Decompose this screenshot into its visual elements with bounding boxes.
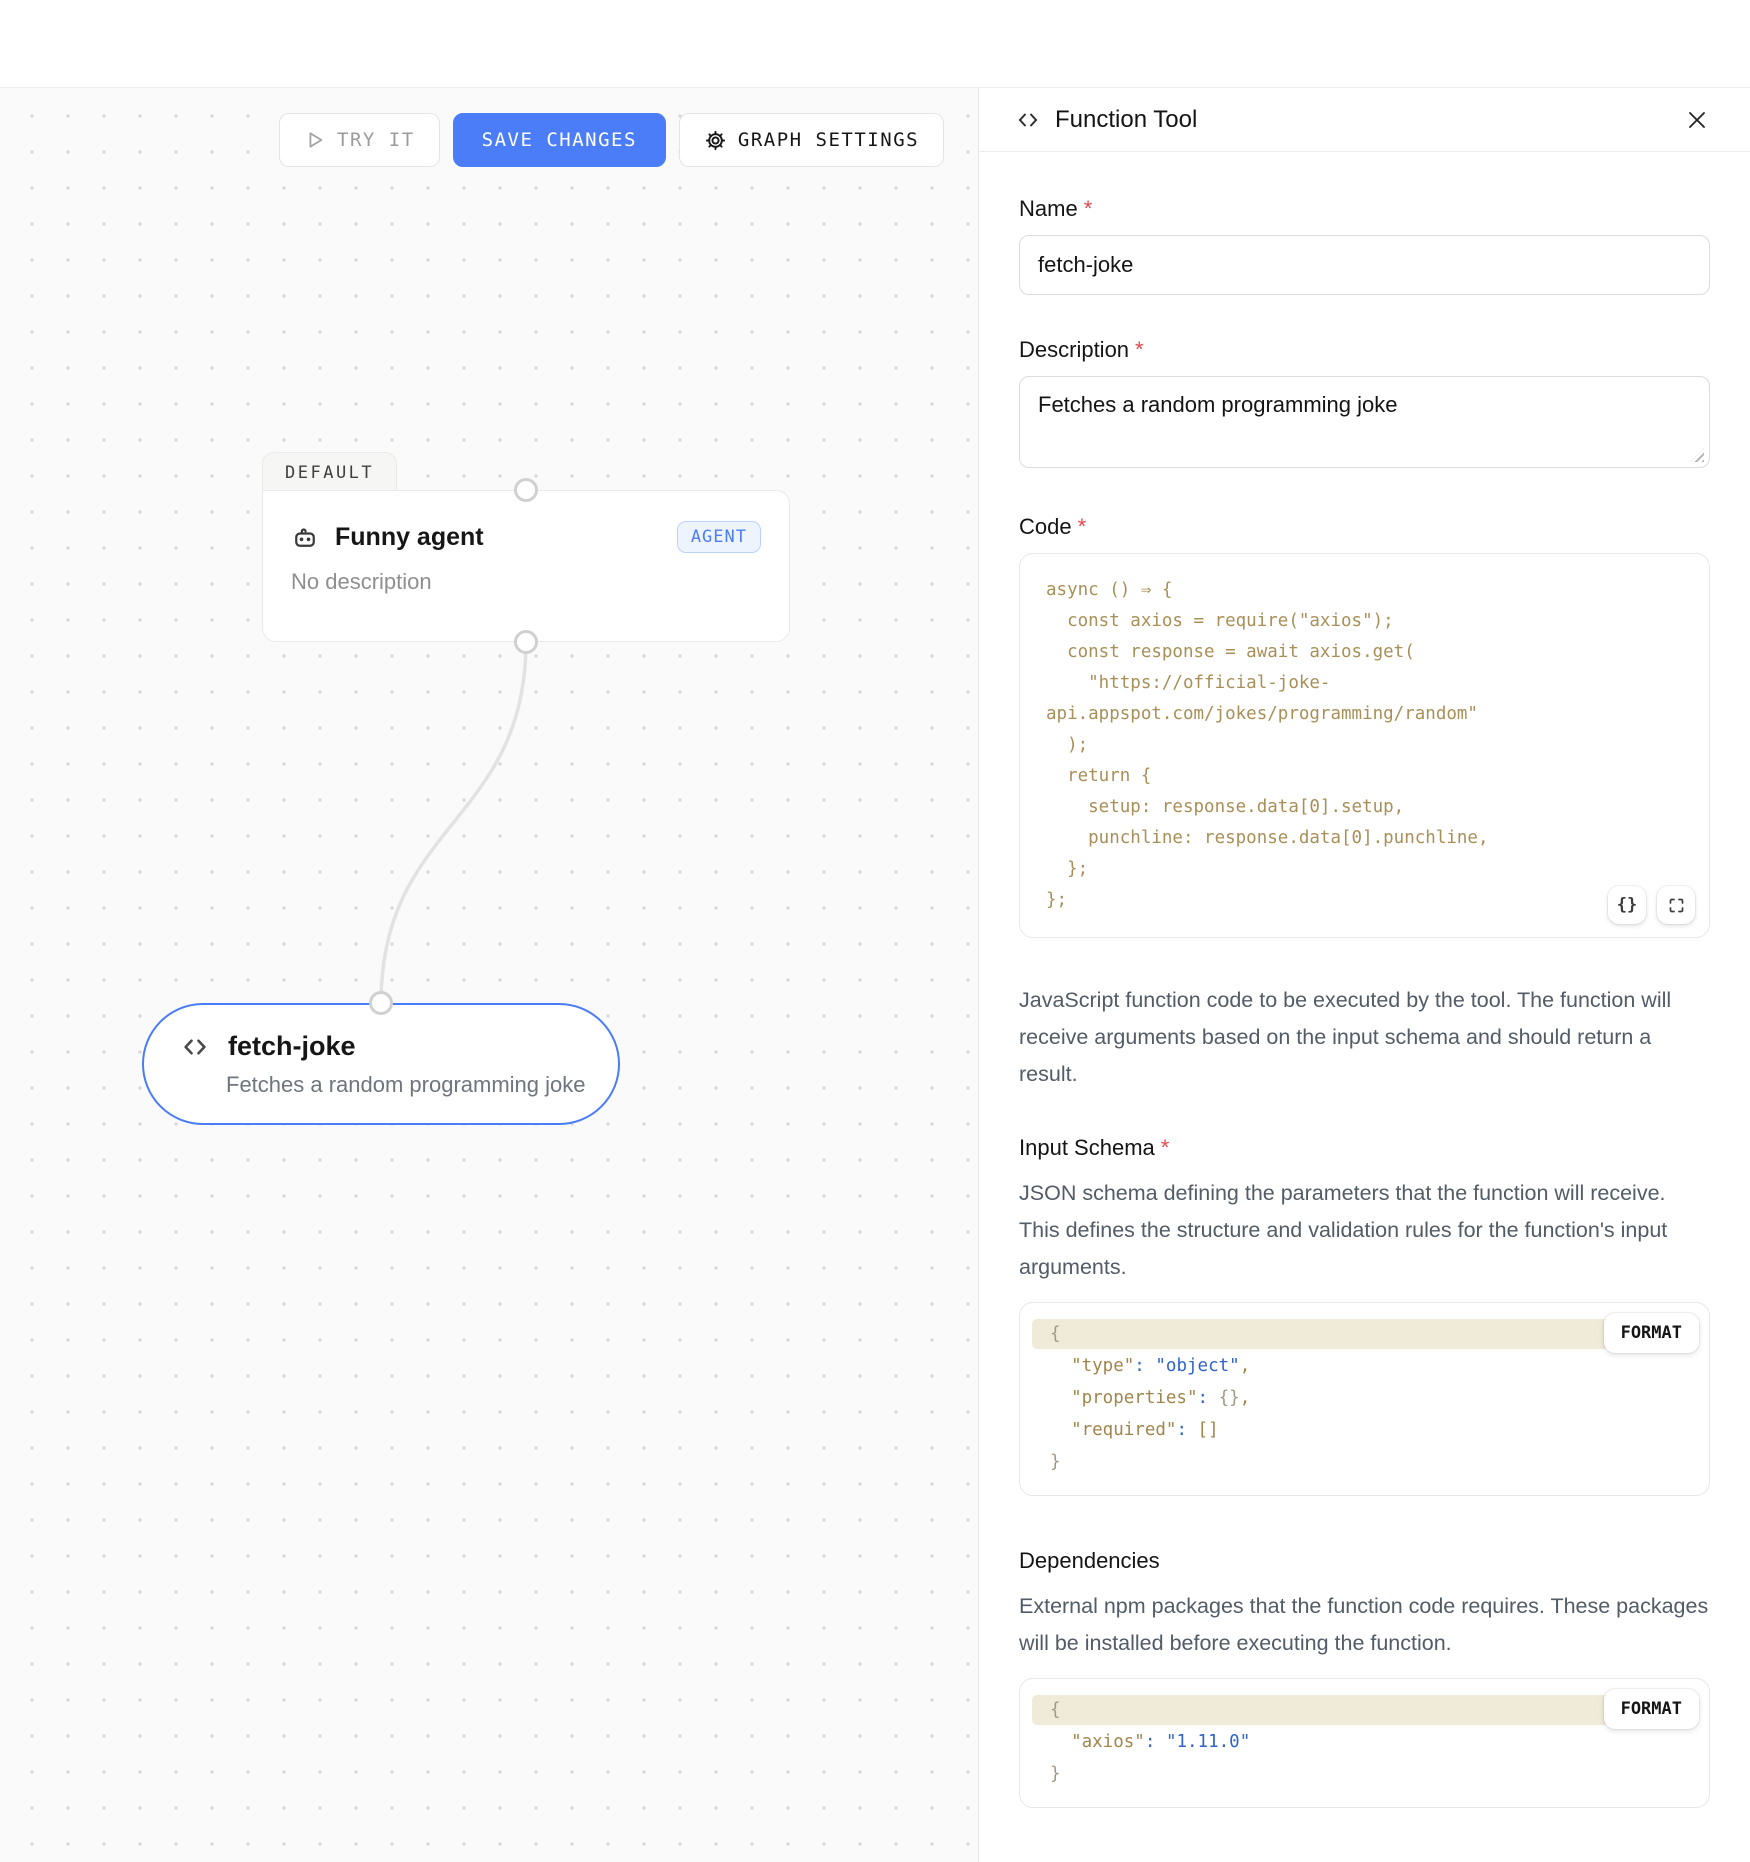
agent-type-badge: AGENT <box>677 521 761 553</box>
graph-settings-button[interactable]: GRAPH SETTINGS <box>679 113 944 167</box>
agent-group-tab[interactable]: DEFAULT <box>262 452 397 494</box>
gear-icon <box>704 129 727 152</box>
save-changes-button[interactable]: SAVE CHANGES <box>453 113 666 167</box>
app-window: TRY IT SAVE CHANGES GRAPH SETTINGS DEFAU… <box>0 0 1750 1862</box>
required-asterisk: * <box>1084 196 1093 221</box>
edge-agent-to-tool <box>381 642 526 1003</box>
code-editor-content[interactable]: async () ⇒ { const axios = require("axio… <box>1020 554 1709 937</box>
dependencies-help-text: External npm packages that the function … <box>1019 1588 1710 1662</box>
required-asterisk: * <box>1161 1135 1170 1160</box>
input-schema-label: Input Schema* <box>1019 1135 1710 1161</box>
required-asterisk: * <box>1135 337 1144 362</box>
play-icon <box>304 129 326 151</box>
code-editor[interactable]: async () ⇒ { const axios = require("axio… <box>1019 553 1710 938</box>
save-changes-label: SAVE CHANGES <box>482 129 637 151</box>
panel-title: Function Tool <box>1055 106 1666 134</box>
description-value: Fetches a random programming joke <box>1038 392 1398 417</box>
description-input[interactable]: Fetches a random programming joke <box>1019 376 1710 468</box>
name-input[interactable] <box>1019 235 1710 295</box>
agent-node[interactable]: Funny agent AGENT No description <box>262 490 790 642</box>
name-label: Name* <box>1019 196 1710 222</box>
format-button[interactable]: FORMAT <box>1604 1689 1699 1729</box>
fetch-joke-node-title: fetch-joke <box>228 1031 356 1062</box>
panel-header: Function Tool <box>979 88 1750 152</box>
format-button[interactable]: FORMAT <box>1604 1313 1699 1353</box>
fullscreen-icon[interactable] <box>1657 886 1695 924</box>
resize-handle[interactable] <box>1690 448 1704 462</box>
agent-node-description: No description <box>291 569 761 595</box>
try-it-button[interactable]: TRY IT <box>279 113 440 167</box>
close-icon[interactable] <box>1680 103 1714 137</box>
canvas-toolbar: TRY IT SAVE CHANGES GRAPH SETTINGS <box>279 113 944 167</box>
code-brackets-icon <box>1015 107 1041 133</box>
try-it-label: TRY IT <box>337 129 415 151</box>
dependencies-editor[interactable]: FORMAT { "axios": "1.11.0"} <box>1019 1678 1710 1808</box>
graph-canvas[interactable]: TRY IT SAVE CHANGES GRAPH SETTINGS DEFAU… <box>0 88 978 1862</box>
braces-format-icon[interactable]: {} <box>1608 886 1646 924</box>
code-label: Code* <box>1019 514 1710 540</box>
fetch-joke-node[interactable]: fetch-joke Fetches a random programming … <box>142 1003 620 1125</box>
code-help-text: JavaScript function code to be executed … <box>1019 982 1710 1093</box>
description-label: Description* <box>1019 337 1710 363</box>
fetch-joke-node-description: Fetches a random programming joke <box>226 1072 588 1098</box>
function-tool-panel: Function Tool Name* Description* Fetches… <box>978 88 1750 1862</box>
robot-icon <box>291 523 319 551</box>
code-brackets-icon <box>180 1032 210 1062</box>
input-schema-help-text: JSON schema defining the parameters that… <box>1019 1175 1710 1286</box>
top-bar <box>0 0 1750 88</box>
input-schema-editor[interactable]: FORMAT { "type": "object", "properties":… <box>1019 1302 1710 1496</box>
dependencies-label: Dependencies <box>1019 1548 1710 1574</box>
graph-settings-label: GRAPH SETTINGS <box>738 129 919 151</box>
agent-node-title: Funny agent <box>335 523 661 552</box>
edge-layer <box>0 88 978 1862</box>
panel-body: Name* Description* Fetches a random prog… <box>979 152 1750 1848</box>
agent-group-label: DEFAULT <box>285 463 374 483</box>
required-asterisk: * <box>1078 514 1087 539</box>
